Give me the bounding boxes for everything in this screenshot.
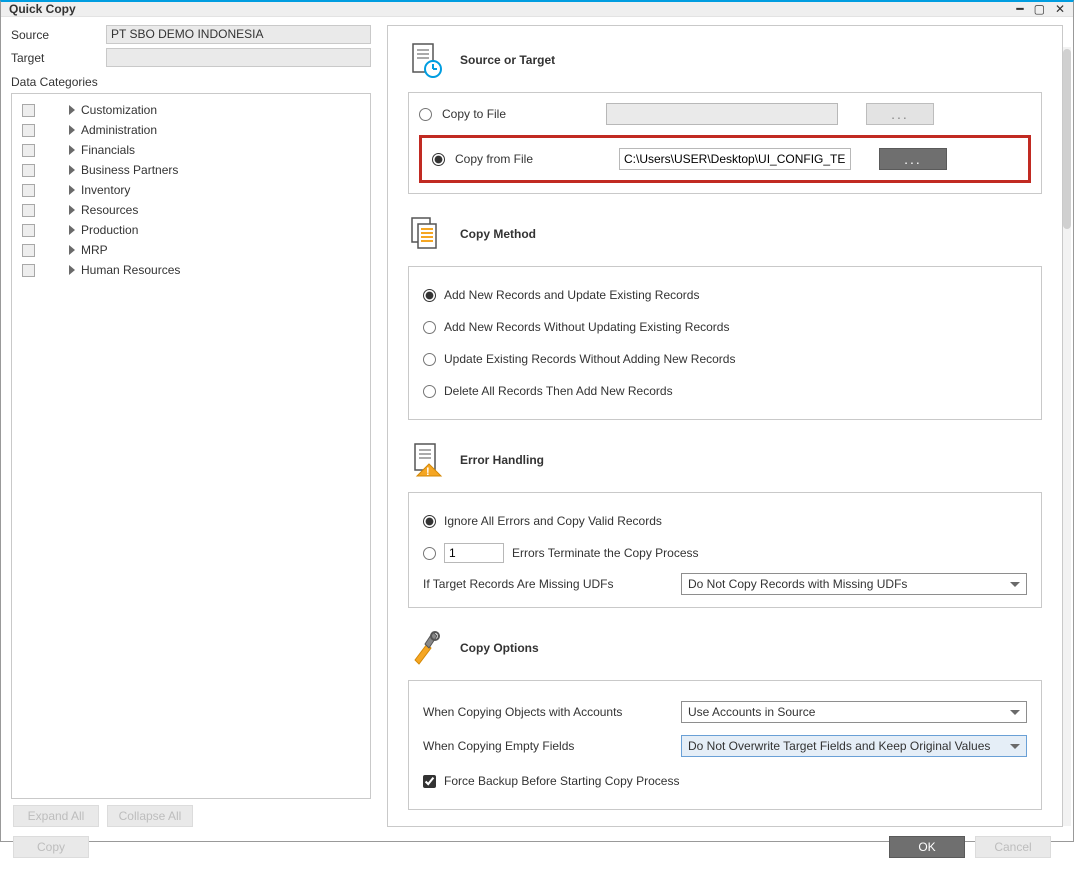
vertical-scrollbar[interactable] [1063, 47, 1071, 826]
copy-from-file-label: Copy from File [455, 152, 609, 166]
tree-item-label[interactable]: Administration [81, 123, 157, 137]
copy-button[interactable]: Copy [13, 836, 89, 858]
left-panel: Source PT SBO DEMO INDONESIA Target Data… [11, 25, 371, 827]
eh-udf-value: Do Not Copy Records with Missing UDFs [688, 577, 907, 591]
chevron-right-icon[interactable] [69, 105, 75, 115]
tree-item-label[interactable]: Resources [81, 203, 138, 217]
eh-udf-label: If Target Records Are Missing UDFs [423, 577, 671, 591]
cm-radio-0[interactable] [423, 289, 436, 302]
tree-item-label[interactable]: Inventory [81, 183, 130, 197]
source-field: PT SBO DEMO INDONESIA [106, 25, 371, 44]
scrollbar-thumb[interactable] [1063, 49, 1071, 229]
copy-from-file-radio[interactable] [432, 153, 445, 166]
tree-checkbox[interactable] [22, 244, 35, 257]
copy-options-title: Copy Options [460, 641, 539, 655]
error-handling-title: Error Handling [460, 453, 544, 467]
cancel-button[interactable]: Cancel [975, 836, 1051, 858]
source-label: Source [11, 28, 106, 42]
chevron-right-icon[interactable] [69, 145, 75, 155]
maximize-icon[interactable]: ▢ [1034, 3, 1045, 15]
co-empty-label: When Copying Empty Fields [423, 739, 671, 753]
documents-icon [408, 216, 444, 252]
copy-from-file-browse-button[interactable]: ... [879, 148, 947, 170]
cm-option-0: Add New Records and Update Existing Reco… [444, 288, 699, 302]
close-icon[interactable]: ✕ [1055, 3, 1065, 15]
copy-from-file-highlight: Copy from File ... [419, 135, 1031, 183]
chevron-right-icon[interactable] [69, 125, 75, 135]
force-backup-checkbox[interactable] [423, 775, 436, 788]
tree-checkbox[interactable] [22, 124, 35, 137]
data-categories-label: Data Categories [11, 75, 371, 89]
cm-option-1: Add New Records Without Updating Existin… [444, 320, 729, 334]
tree-item-label[interactable]: Financials [81, 143, 135, 157]
tree-item-label[interactable]: Customization [81, 103, 157, 117]
eh-error-count-input[interactable] [444, 543, 504, 563]
force-backup-label: Force Backup Before Starting Copy Proces… [444, 774, 679, 788]
co-accounts-value: Use Accounts in Source [688, 705, 815, 719]
tree-item-label[interactable]: MRP [81, 243, 108, 257]
data-categories-tree[interactable]: Customization Administration Financials … [11, 93, 371, 799]
eh-ignore-label: Ignore All Errors and Copy Valid Records [444, 514, 662, 528]
copy-method-box: Add New Records and Update Existing Reco… [408, 266, 1042, 420]
eh-terminate-radio[interactable] [423, 547, 436, 560]
source-or-target-title: Source or Target [460, 53, 555, 67]
chevron-down-icon [1010, 710, 1020, 715]
tree-checkbox[interactable] [22, 164, 35, 177]
window-title: Quick Copy [9, 2, 76, 16]
copy-method-title: Copy Method [460, 227, 536, 241]
cm-radio-2[interactable] [423, 353, 436, 366]
copy-from-file-path[interactable] [619, 148, 851, 170]
chevron-right-icon[interactable] [69, 245, 75, 255]
tree-checkbox[interactable] [22, 104, 35, 117]
tree-checkbox[interactable] [22, 204, 35, 217]
chevron-right-icon[interactable] [69, 165, 75, 175]
tree-item-label[interactable]: Production [81, 223, 138, 237]
tree-checkbox[interactable] [22, 184, 35, 197]
chevron-right-icon[interactable] [69, 185, 75, 195]
tree-checkbox[interactable] [22, 144, 35, 157]
cm-radio-1[interactable] [423, 321, 436, 334]
minimize-icon[interactable]: ━ [1016, 3, 1023, 15]
tree-item-label[interactable]: Human Resources [81, 263, 180, 277]
chevron-right-icon[interactable] [69, 225, 75, 235]
document-clock-icon [408, 42, 444, 78]
collapse-all-button[interactable]: Collapse All [107, 805, 193, 827]
svg-text:!: ! [426, 466, 430, 478]
copy-to-file-path [606, 103, 838, 125]
expand-all-button[interactable]: Expand All [13, 805, 99, 827]
cm-radio-3[interactable] [423, 385, 436, 398]
quick-copy-window: Quick Copy ━ ▢ ✕ Source PT SBO DEMO INDO… [0, 0, 1074, 842]
document-warning-icon: ! [408, 442, 444, 478]
tree-checkbox[interactable] [22, 264, 35, 277]
co-accounts-label: When Copying Objects with Accounts [423, 705, 671, 719]
chevron-right-icon[interactable] [69, 265, 75, 275]
chevron-down-icon [1010, 582, 1020, 587]
chevron-right-icon[interactable] [69, 205, 75, 215]
cm-option-2: Update Existing Records Without Adding N… [444, 352, 735, 366]
target-field [106, 48, 371, 67]
copy-to-file-radio[interactable] [419, 108, 432, 121]
co-accounts-dropdown[interactable]: Use Accounts in Source [681, 701, 1027, 723]
tools-icon [408, 630, 444, 666]
copy-to-file-browse-button[interactable]: ... [866, 103, 934, 125]
eh-terminate-label: Errors Terminate the Copy Process [512, 546, 699, 560]
source-or-target-box: Copy to File ... Copy from File ... [408, 92, 1042, 194]
co-empty-value: Do Not Overwrite Target Fields and Keep … [688, 739, 990, 753]
right-panel: Source or Target Copy to File ... Copy f… [387, 25, 1063, 827]
error-handling-box: Ignore All Errors and Copy Valid Records… [408, 492, 1042, 608]
tree-item-label[interactable]: Business Partners [81, 163, 178, 177]
co-empty-dropdown[interactable]: Do Not Overwrite Target Fields and Keep … [681, 735, 1027, 757]
ok-button[interactable]: OK [889, 836, 965, 858]
target-label: Target [11, 51, 106, 65]
eh-udf-dropdown[interactable]: Do Not Copy Records with Missing UDFs [681, 573, 1027, 595]
cm-option-3: Delete All Records Then Add New Records [444, 384, 673, 398]
titlebar: Quick Copy ━ ▢ ✕ [1, 2, 1073, 17]
eh-ignore-radio[interactable] [423, 515, 436, 528]
copy-to-file-label: Copy to File [442, 107, 596, 121]
tree-checkbox[interactable] [22, 224, 35, 237]
copy-options-box: When Copying Objects with Accounts Use A… [408, 680, 1042, 810]
chevron-down-icon [1010, 744, 1020, 749]
